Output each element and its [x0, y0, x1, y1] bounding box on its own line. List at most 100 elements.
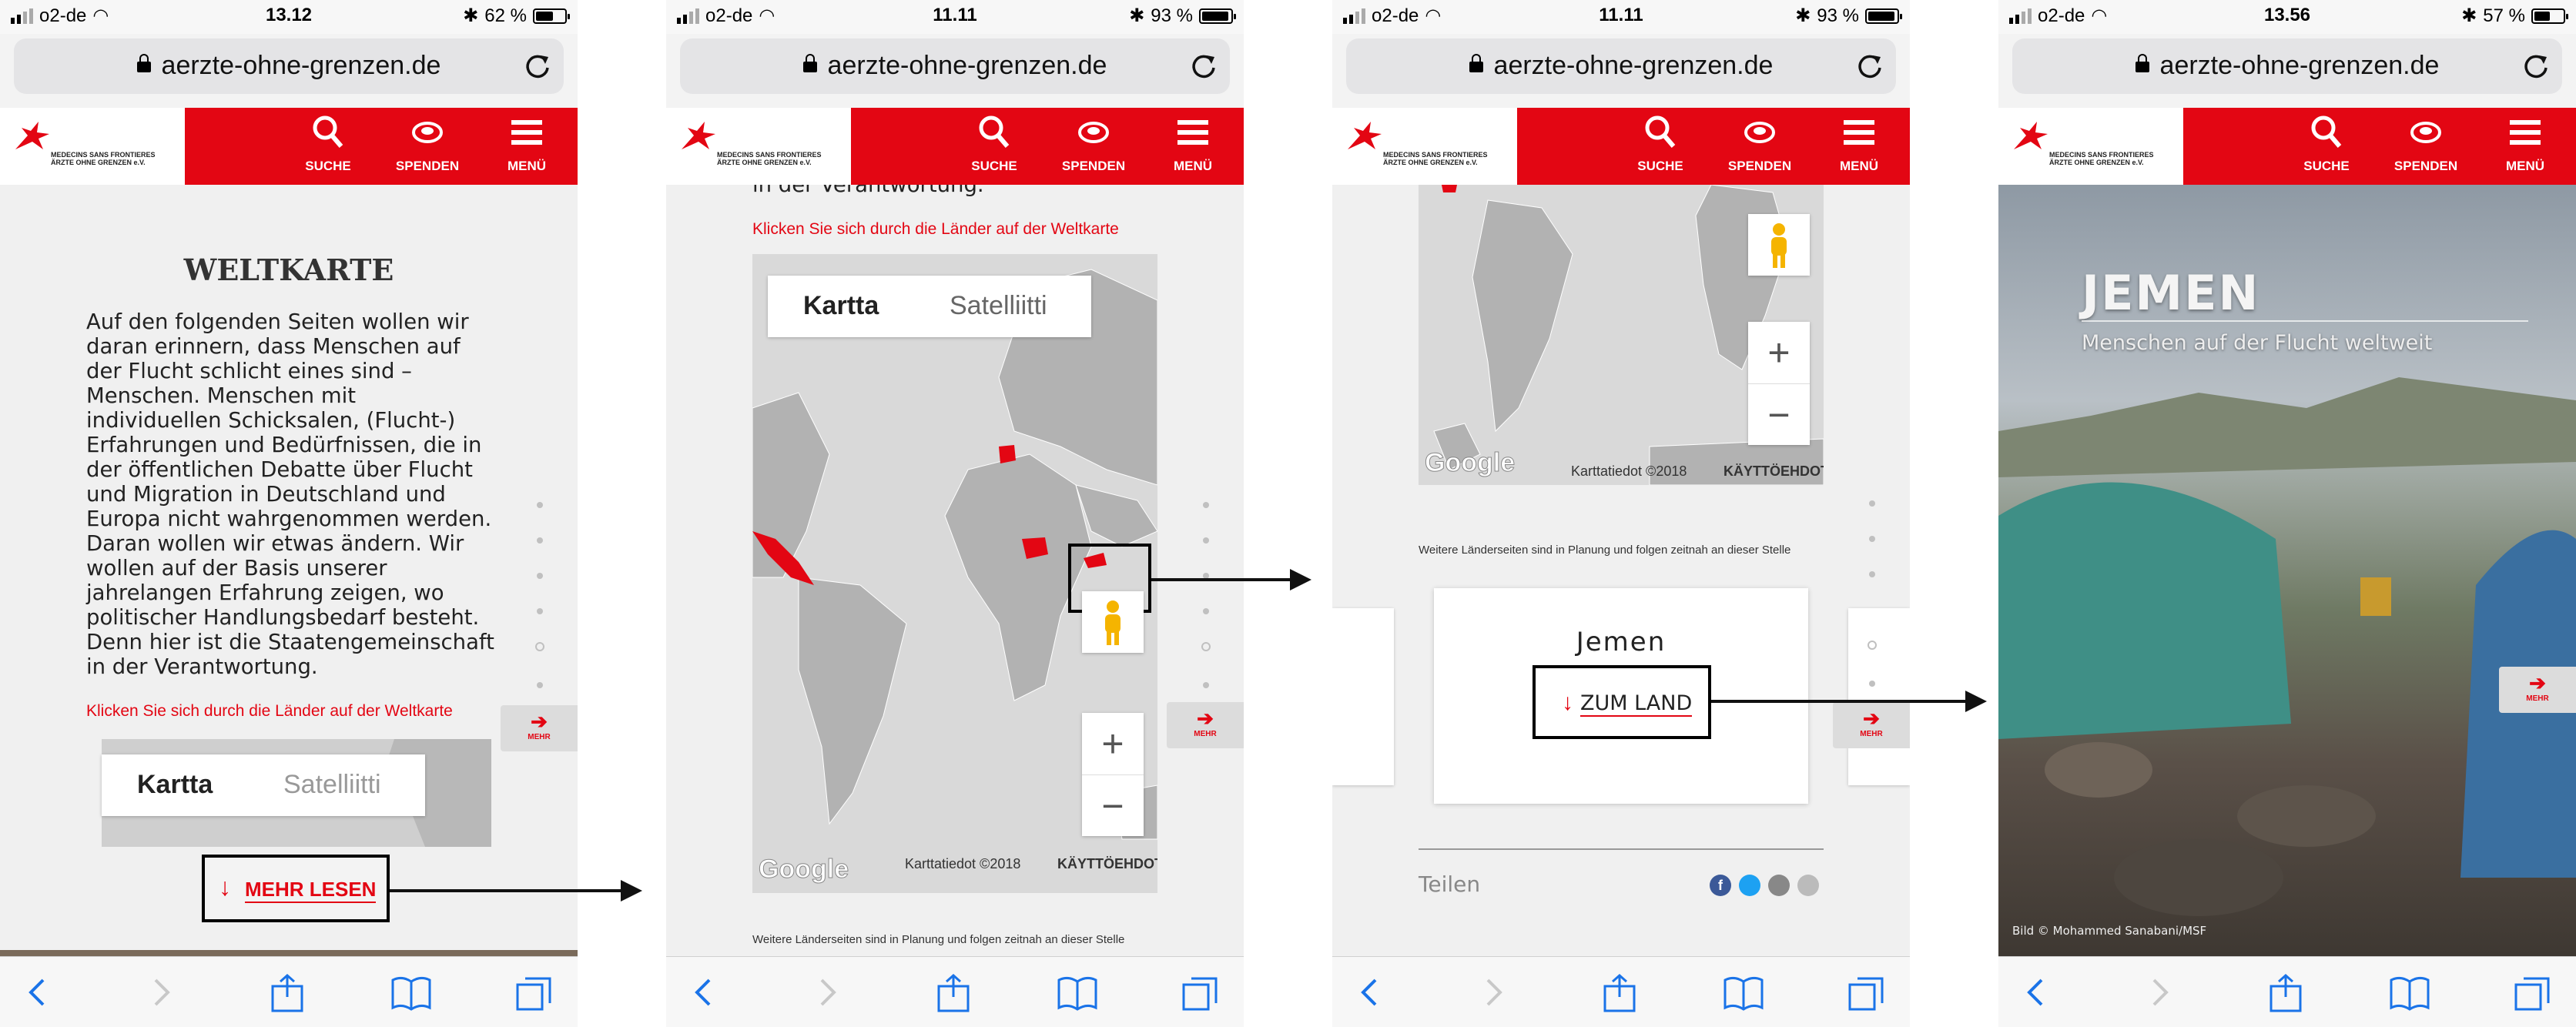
- worldmap-link[interactable]: Klicken Sie sich durch die Länder auf de…: [752, 220, 1119, 239]
- map-type-satellite[interactable]: Satelliitti: [950, 291, 1047, 321]
- mehr-label: MEHR: [2526, 694, 2549, 703]
- tabs-icon[interactable]: [514, 974, 554, 1012]
- menu-label: MENÜ: [1839, 159, 1879, 173]
- browser-toolbar: [666, 956, 1244, 1027]
- map-type-satellite[interactable]: Satelliitti: [283, 770, 381, 800]
- reload-icon[interactable]: [2521, 51, 2551, 82]
- donate-button[interactable]: SPENDEN: [1721, 108, 1798, 185]
- zoom-in-button[interactable]: +: [1748, 322, 1810, 383]
- tabs-icon[interactable]: [2513, 974, 2553, 1012]
- search-button[interactable]: SUCHE: [956, 108, 1033, 185]
- zoom-out-button[interactable]: −: [1748, 383, 1810, 446]
- menu-button[interactable]: MENÜ: [2487, 108, 2564, 185]
- msf-logo[interactable]: MEDECINS SANS FRONTIERES ÄRZTE OHNE GRENZ…: [666, 108, 851, 185]
- arrow-right-icon: ➔: [531, 710, 548, 733]
- read-more-button[interactable]: ↓ MEHR LESEN: [202, 855, 390, 922]
- bookmarks-icon[interactable]: [2388, 974, 2431, 1012]
- status-bar: o2-de ◠ 11.11 ✱ 93 %: [1332, 0, 1910, 34]
- bookmarks-icon[interactable]: [390, 974, 433, 1012]
- menu-button[interactable]: MENÜ: [1821, 108, 1898, 185]
- hero-subtitle: Menschen auf der Flucht weltweit: [2082, 331, 2433, 355]
- back-icon[interactable]: [22, 974, 52, 1011]
- map-type-map[interactable]: Kartta: [137, 770, 213, 800]
- status-bar: o2-de ◠ 13.12 ✱ 62 %: [0, 0, 578, 34]
- search-button[interactable]: SUCHE: [290, 108, 367, 185]
- phone-screen-4: o2-de ◠ 13.56 ✱ 57 % aerzte-ohne-grenzen.d…: [1998, 0, 2576, 1027]
- back-icon[interactable]: [2020, 974, 2051, 1011]
- mehr-button[interactable]: ➔ MEHR: [1833, 702, 1910, 748]
- logo-line-1: MEDECINS SANS FRONTIERES: [51, 151, 156, 159]
- search-label: SUCHE: [2303, 159, 2350, 173]
- page-content: in der Verantwortung. Klicken Sie sich d…: [666, 185, 1244, 956]
- donate-button[interactable]: SPENDEN: [389, 108, 466, 185]
- battery-icon: [1865, 8, 1902, 24]
- facebook-icon[interactable]: f: [1710, 875, 1731, 896]
- donate-icon: [412, 122, 443, 143]
- address-bar[interactable]: aerzte-ohne-grenzen.de: [680, 38, 1230, 94]
- donate-button[interactable]: SPENDEN: [1055, 108, 1132, 185]
- map-terms-link[interactable]: KÄYTTÖEHDOT: [1057, 856, 1157, 872]
- bookmarks-icon[interactable]: [1056, 974, 1099, 1012]
- address-bar[interactable]: aerzte-ohne-grenzen.de: [1346, 38, 1896, 94]
- msf-logo[interactable]: MEDECINS SANS FRONTIERES ÄRZTE OHNE GRENZ…: [1332, 108, 1517, 185]
- share-icon[interactable]: [934, 974, 973, 1012]
- address-bar[interactable]: aerzte-ohne-grenzen.de: [2012, 38, 2562, 94]
- paragraph-line: politischer Handlungsbedarf besteht.: [86, 605, 480, 630]
- address-bar[interactable]: aerzte-ohne-grenzen.de: [14, 38, 564, 94]
- forward-icon[interactable]: [2145, 974, 2176, 1011]
- reload-icon[interactable]: [522, 51, 553, 82]
- donate-label: SPENDEN: [1727, 159, 1792, 173]
- zoom-out-button[interactable]: −: [1082, 774, 1144, 837]
- zoom-in-button[interactable]: +: [1082, 713, 1144, 774]
- menu-button[interactable]: MENÜ: [1154, 108, 1231, 185]
- bookmarks-icon[interactable]: [1722, 974, 1765, 1012]
- forward-icon[interactable]: [1479, 974, 1509, 1011]
- link-icon[interactable]: [1797, 875, 1819, 896]
- url-text: aerzte-ohne-grenzen.de: [2159, 51, 2440, 80]
- mehr-button[interactable]: ➔ MEHR: [2499, 667, 2576, 713]
- mehr-button[interactable]: ➔ MEHR: [501, 705, 578, 751]
- twitter-icon[interactable]: [1739, 875, 1760, 896]
- forward-icon[interactable]: [812, 974, 843, 1011]
- search-icon: [979, 115, 1010, 148]
- map-type-map[interactable]: Kartta: [803, 291, 879, 321]
- tabs-icon[interactable]: [1181, 974, 1221, 1012]
- search-button[interactable]: SUCHE: [1622, 108, 1699, 185]
- prev-country-card[interactable]: [1332, 608, 1394, 785]
- donate-label: SPENDEN: [2393, 159, 2458, 173]
- share-icon[interactable]: [268, 974, 307, 1012]
- map-data-credit: Karttatiedot ©2018: [1571, 463, 1687, 479]
- to-country-button[interactable]: ↓ ZUM LAND: [1533, 665, 1711, 739]
- reload-icon[interactable]: [1854, 51, 1885, 82]
- back-icon[interactable]: [688, 974, 719, 1011]
- country-name: Jemen: [1576, 627, 1667, 657]
- msf-logo[interactable]: MEDECINS SANS FRONTIERES ÄRZTE OHNE GRENZ…: [1998, 108, 2183, 185]
- worldmap-link[interactable]: Klicken Sie sich durch die Länder auf de…: [86, 702, 453, 721]
- back-icon[interactable]: [1354, 974, 1385, 1011]
- msf-logo[interactable]: MEDECINS SANS FRONTIERES ÄRZTE OHNE GRENZ…: [0, 108, 185, 185]
- share-icon[interactable]: [2266, 974, 2305, 1012]
- paragraph-line: und Migration in Deutschland und: [86, 482, 446, 507]
- pegman-control[interactable]: [1082, 591, 1144, 653]
- email-icon[interactable]: [1768, 875, 1790, 896]
- menu-button[interactable]: MENÜ: [488, 108, 565, 185]
- donate-icon: [1078, 122, 1109, 143]
- country-card[interactable]: Jemen ↓ ZUM LAND: [1434, 588, 1808, 804]
- share-label: Teilen: [1419, 871, 1481, 897]
- status-bar: o2-de ◠ 13.56 ✱ 57 %: [1998, 0, 2576, 34]
- url-text: aerzte-ohne-grenzen.de: [161, 51, 441, 80]
- reload-icon[interactable]: [1188, 51, 1219, 82]
- site-header: MEDECINS SANS FRONTIERES ÄRZTE OHNE GRENZ…: [0, 108, 578, 185]
- lock-icon: [136, 54, 151, 73]
- google-logo: Google: [1425, 448, 1516, 478]
- share-icon[interactable]: [1600, 974, 1639, 1012]
- mehr-button[interactable]: ➔ MEHR: [1167, 702, 1244, 748]
- map-terms-link[interactable]: KÄYTTÖEHDOT: [1723, 463, 1824, 480]
- pegman-control[interactable]: [1748, 214, 1810, 276]
- tabs-icon[interactable]: [1847, 974, 1887, 1012]
- next-country-card[interactable]: [1848, 608, 1910, 785]
- page-bottom-divider: [0, 950, 578, 956]
- search-button[interactable]: SUCHE: [2288, 108, 2365, 185]
- forward-icon[interactable]: [146, 974, 177, 1011]
- donate-button[interactable]: SPENDEN: [2387, 108, 2464, 185]
